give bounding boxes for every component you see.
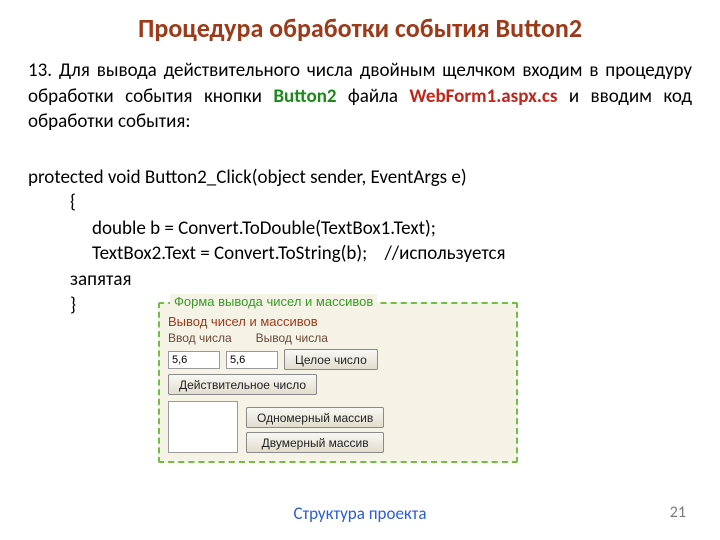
embedded-form-screenshot: Форма вывода чисел и массивов Вывод чисе… xyxy=(158,302,518,463)
form-groupbox: Форма вывода чисел и массивов Вывод чисе… xyxy=(158,302,518,463)
para-text-2: файла xyxy=(337,85,410,108)
button-double[interactable]: Действительное число xyxy=(168,374,317,395)
form-section-title: Вывод чисел и массивов xyxy=(168,314,508,329)
code-line-4: TextBox2.Text = Convert.ToString(b); //и… xyxy=(28,241,506,267)
slide-title: Процедура обработки события Button2 xyxy=(28,12,692,44)
page-number: 21 xyxy=(670,503,686,522)
file-name-highlight: WebForm1.aspx.cs xyxy=(409,85,557,108)
code-block: protected void Button2_Click(object send… xyxy=(28,139,692,318)
list-number: 13. xyxy=(28,59,52,82)
button-1d-array[interactable]: Одномерный массив xyxy=(246,407,384,428)
code-line-2: { xyxy=(28,190,76,216)
label-output-number: Вывод числа xyxy=(256,331,328,345)
listbox-array[interactable] xyxy=(168,401,238,453)
code-line-1: protected void Button2_Click(object send… xyxy=(28,166,467,189)
textbox-input[interactable] xyxy=(168,351,220,369)
footer-link: Структура проекта xyxy=(0,503,720,524)
label-input-number: Ввод числа xyxy=(168,331,232,345)
button-integer[interactable]: Целое число xyxy=(284,349,378,370)
button-name-highlight: Button2 xyxy=(273,85,336,108)
textbox-output[interactable] xyxy=(226,351,278,369)
code-line-5: запятая xyxy=(28,267,132,293)
code-line-6: } xyxy=(28,293,76,319)
button-2d-array[interactable]: Двумерный массив xyxy=(246,432,384,453)
groupbox-legend: Форма вывода чисел и массивов xyxy=(170,294,377,309)
instruction-paragraph: 13. Для вывода действительного числа дво… xyxy=(28,58,692,135)
code-line-3: double b = Convert.ToDouble(TextBox1.Tex… xyxy=(28,216,436,242)
